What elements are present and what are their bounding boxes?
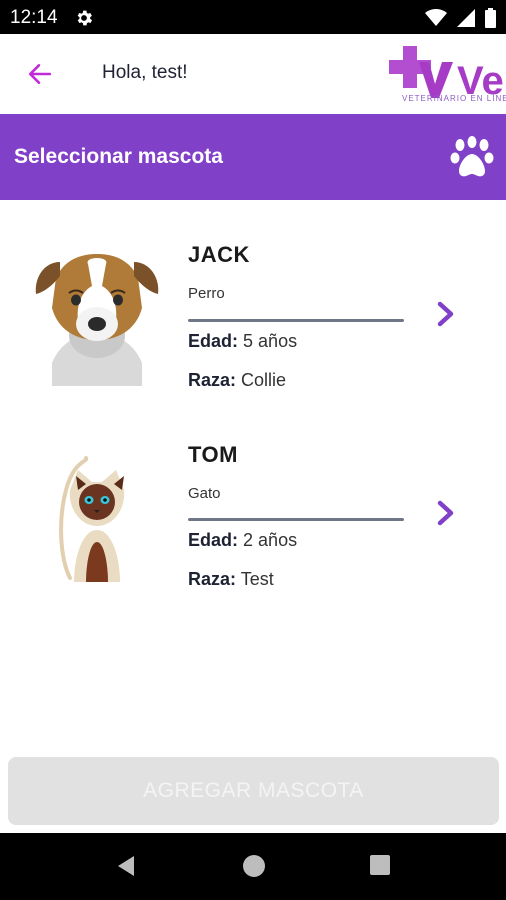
age-label: Edad: <box>188 331 239 351</box>
pet-card-tom[interactable]: TOM Gato Edad: 2 años Raza: Test <box>0 420 506 610</box>
age-label: Edad: <box>188 530 239 550</box>
pet-card-jack[interactable]: JACK Perro Edad: 5 años Raza: Collie <box>0 220 506 410</box>
age-value: 5 años <box>243 331 298 351</box>
gear-icon <box>77 10 93 26</box>
pet-species: Gato <box>188 485 221 502</box>
status-bar: 12:14 <box>0 0 506 34</box>
cat-avatar <box>59 456 125 582</box>
battery-icon <box>485 8 496 28</box>
add-pet-button[interactable]: AGREGAR MASCOTA <box>8 757 499 825</box>
arrow-left-icon <box>28 64 52 84</box>
logo-tagline: VETERINARIO EN LÍNEA <box>402 94 506 103</box>
chevron-right-icon[interactable] <box>434 499 458 527</box>
breed-label: Raza: <box>188 569 237 589</box>
pet-breed: Raza: Test <box>188 569 274 590</box>
divider <box>188 518 404 521</box>
signal-icon <box>457 9 475 27</box>
section-header: Seleccionar mascota <box>0 114 506 200</box>
greeting-text: Hola, test! <box>102 62 188 83</box>
nav-recent-icon[interactable] <box>370 855 390 875</box>
pet-breed: Raza: Collie <box>188 370 286 391</box>
age-value: 2 años <box>243 530 298 550</box>
chevron-right-icon[interactable] <box>434 300 458 328</box>
nav-back-icon[interactable] <box>116 855 136 877</box>
breed-value: Collie <box>241 370 287 390</box>
pet-species: Perro <box>188 285 225 302</box>
pet-age: Edad: 2 años <box>188 530 297 551</box>
app-bar: Hola, test! Vel VETERINARIO EN LÍNEA <box>0 34 506 114</box>
back-button[interactable] <box>22 56 58 92</box>
add-pet-button-label: AGREGAR MASCOTA <box>143 779 364 802</box>
pet-name: TOM <box>188 442 238 467</box>
pet-name: JACK <box>188 242 250 267</box>
wifi-icon <box>425 9 447 26</box>
dog-avatar <box>35 254 159 386</box>
system-nav-bar <box>0 833 506 900</box>
pet-age: Edad: 5 años <box>188 331 297 352</box>
section-title: Seleccionar mascota <box>14 145 223 168</box>
status-time: 12:14 <box>10 7 58 28</box>
breed-value: Test <box>240 569 274 589</box>
divider <box>188 319 404 322</box>
breed-label: Raza: <box>188 370 237 390</box>
paw-icon <box>450 136 494 177</box>
nav-home-icon[interactable] <box>243 855 265 877</box>
